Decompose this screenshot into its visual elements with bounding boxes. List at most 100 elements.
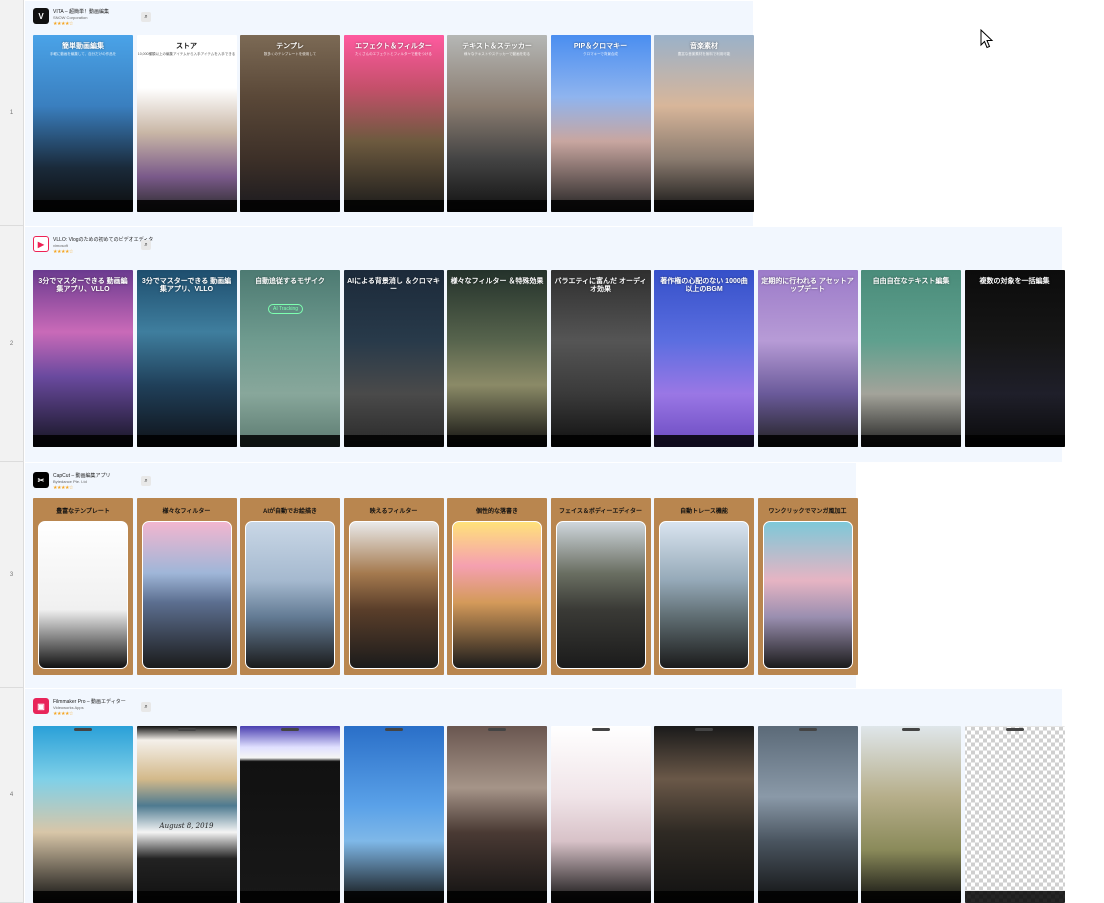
- editor-toolbar: [861, 891, 961, 903]
- screenshot-caption: テンプレ: [276, 43, 304, 50]
- rating-stars-icon: ★★★★☆: [53, 249, 73, 255]
- app-screenshot[interactable]: [550, 726, 651, 903]
- screenshot-caption: 自動トレース機能: [680, 509, 728, 515]
- status-pill: [798, 728, 817, 731]
- phone-mockup: [555, 521, 646, 669]
- editor-toolbar: [343, 891, 444, 903]
- editor-toolbar: [343, 200, 444, 212]
- editor-toolbar: [240, 200, 340, 212]
- search-icon[interactable]: ⌕: [141, 476, 151, 486]
- app-name[interactable]: Filmmaker Pro – 動画エディター: [53, 698, 126, 705]
- phone-mockup: [245, 521, 335, 669]
- editor-toolbar: [136, 200, 237, 212]
- screenshot-caption: AIが自動でお絵描き: [262, 509, 317, 515]
- app-screenshot[interactable]: 映えるフィルター: [343, 498, 444, 675]
- app-screenshot[interactable]: [240, 726, 340, 903]
- app-screenshot[interactable]: 自由自在なテキスト編集: [861, 270, 961, 447]
- editor-toolbar: [757, 891, 858, 903]
- editor-toolbar: [550, 435, 651, 447]
- app-screenshot[interactable]: フェイス＆ボディーエディター: [550, 498, 651, 675]
- editor-toolbar: [33, 891, 133, 903]
- app-developer: SNOW Corporation: [53, 15, 88, 20]
- app-name[interactable]: VLLO: Vlogのための初めてのビデオエディタ: [53, 236, 153, 243]
- search-icon[interactable]: ⌕: [141, 12, 151, 22]
- editor-toolbar: [654, 200, 754, 212]
- screenshot-caption: テキスト＆ステッカー: [462, 43, 532, 50]
- screenshot-caption: エフェクト＆フィルター: [355, 43, 432, 50]
- screenshot-caption: 3分でマスターできる 動画編集アプリ、VLLO: [141, 278, 232, 294]
- app-screenshot[interactable]: 著作権の心配のない 1000曲以上のBGM: [654, 270, 754, 447]
- app-screenshot[interactable]: テキスト＆ステッカー 様々なテキストやステッカーで動画を彩る: [447, 35, 547, 212]
- app-screenshot[interactable]: PIP＆クロマキー クロマキーで背景合成: [550, 35, 651, 212]
- search-icon[interactable]: ⌕: [141, 240, 151, 250]
- app-screenshot[interactable]: [757, 726, 858, 903]
- phone-mockup: [348, 521, 439, 669]
- app-screenshot[interactable]: [343, 726, 444, 903]
- app-icon[interactable]: V: [33, 8, 49, 24]
- app-name[interactable]: CapCut – 動画編集アプリ: [53, 472, 111, 479]
- editor-toolbar: [654, 891, 754, 903]
- app-screenshot[interactable]: 様々なフィルター: [136, 498, 237, 675]
- status-pill: [74, 728, 92, 731]
- editor-toolbar: [343, 435, 444, 447]
- row-number: 2: [0, 226, 24, 462]
- app-screenshot[interactable]: ワンクリックでマンガ風加工: [757, 498, 858, 675]
- app-screenshot[interactable]: エフェクト＆フィルター たくさんのエフェクトとフィルターで差をつける: [343, 35, 444, 212]
- ai-tracking-badge: AI Tracking: [268, 304, 304, 314]
- editor-toolbar: [136, 435, 237, 447]
- row-number: 4: [0, 688, 24, 903]
- screenshot-caption: 3分でマスターできる 動画編集アプリ、VLLO: [38, 278, 128, 294]
- status-pill: [1005, 728, 1024, 731]
- editor-toolbar: [550, 200, 651, 212]
- phone-mockup: [762, 521, 853, 669]
- screenshot-caption: 複数の対象を一括編集: [979, 278, 1050, 285]
- app-name[interactable]: VITA – 超簡単！動画編集: [53, 8, 109, 15]
- app-screenshot[interactable]: AIによる背景消し ＆クロマキー: [343, 270, 444, 447]
- app-screenshot[interactable]: 3分でマスターできる 動画編集アプリ、VLLO: [136, 270, 237, 447]
- screenshot-caption: 様々なフィルター: [162, 509, 211, 515]
- editor-toolbar: [447, 200, 547, 212]
- rating-stars-icon: ★★★★☆: [53, 21, 73, 27]
- app-icon[interactable]: ✂: [33, 472, 49, 488]
- row-number: 3: [0, 462, 24, 688]
- status-pill: [695, 728, 713, 731]
- app-screenshot[interactable]: [33, 726, 133, 903]
- status-pill: [591, 728, 610, 731]
- editor-toolbar: [964, 435, 1065, 447]
- app-screenshot[interactable]: ストア 10,000種類以上の編集アイテムから入手アイテムを入手できる: [136, 35, 237, 212]
- app-screenshot[interactable]: [447, 726, 547, 903]
- app-screenshot[interactable]: [654, 726, 754, 903]
- editor-toolbar: [33, 200, 133, 212]
- app-screenshot[interactable]: [861, 726, 961, 903]
- status-pill: [281, 728, 299, 731]
- search-icon[interactable]: ⌕: [141, 702, 151, 712]
- app-screenshot[interactable]: 様々なフィルター ＆特殊効果: [447, 270, 547, 447]
- app-icon[interactable]: ▣: [33, 698, 49, 714]
- screenshot-caption: ストア: [176, 43, 197, 50]
- app-screenshot[interactable]: 定期的に行われる アセットアップデート: [757, 270, 858, 447]
- app-developer: Bytedance Pte. Ltd: [53, 479, 87, 484]
- screenshot-caption: 様々なフィルター ＆特殊効果: [450, 278, 544, 285]
- editor-toolbar: [447, 891, 547, 903]
- app-screenshot[interactable]: 複数の対象を一括編集: [964, 270, 1065, 447]
- screenshot-subtitle: 10,000種類以上の編集アイテムから入手アイテムを入手できる: [137, 52, 236, 56]
- app-screenshot[interactable]: AIが自動でお絵描き: [240, 498, 340, 675]
- app-icon[interactable]: ▶: [33, 236, 49, 252]
- screenshot-caption: 音楽素材: [690, 43, 718, 50]
- screenshot-caption: 簡単動画編集: [62, 43, 104, 50]
- screenshot-subtitle: クロマキーで背景合成: [583, 52, 618, 56]
- app-screenshot[interactable]: テンプレ 数多くのテンプレートを使用して: [240, 35, 340, 212]
- screenshot-subtitle: たくさんのエフェクトとフィルターで差をつける: [355, 52, 432, 56]
- app-screenshot[interactable]: [964, 726, 1065, 903]
- app-screenshot[interactable]: 豊富なテンプレート: [33, 498, 133, 675]
- app-screenshot[interactable]: バラエティに富んだ オーディオ効果: [550, 270, 651, 447]
- app-screenshot[interactable]: 簡単動画編集 手軽に動画を編集して、自分だけの作品を: [33, 35, 133, 212]
- app-screenshot[interactable]: August 8, 2019: [136, 726, 237, 903]
- phone-mockup: [659, 521, 749, 669]
- app-screenshot[interactable]: 音楽素材 豊富な音楽素材を無料で利用可能: [654, 35, 754, 212]
- app-screenshot[interactable]: 自動トレース機能: [654, 498, 754, 675]
- app-screenshot[interactable]: 3分でマスターできる 動画編集アプリ、VLLO: [33, 270, 133, 447]
- app-screenshot[interactable]: 自動追従するモザイク AI Tracking: [240, 270, 340, 447]
- screenshot-caption: 自動追従するモザイク: [255, 278, 325, 285]
- app-screenshot[interactable]: 個性的な落書き: [447, 498, 547, 675]
